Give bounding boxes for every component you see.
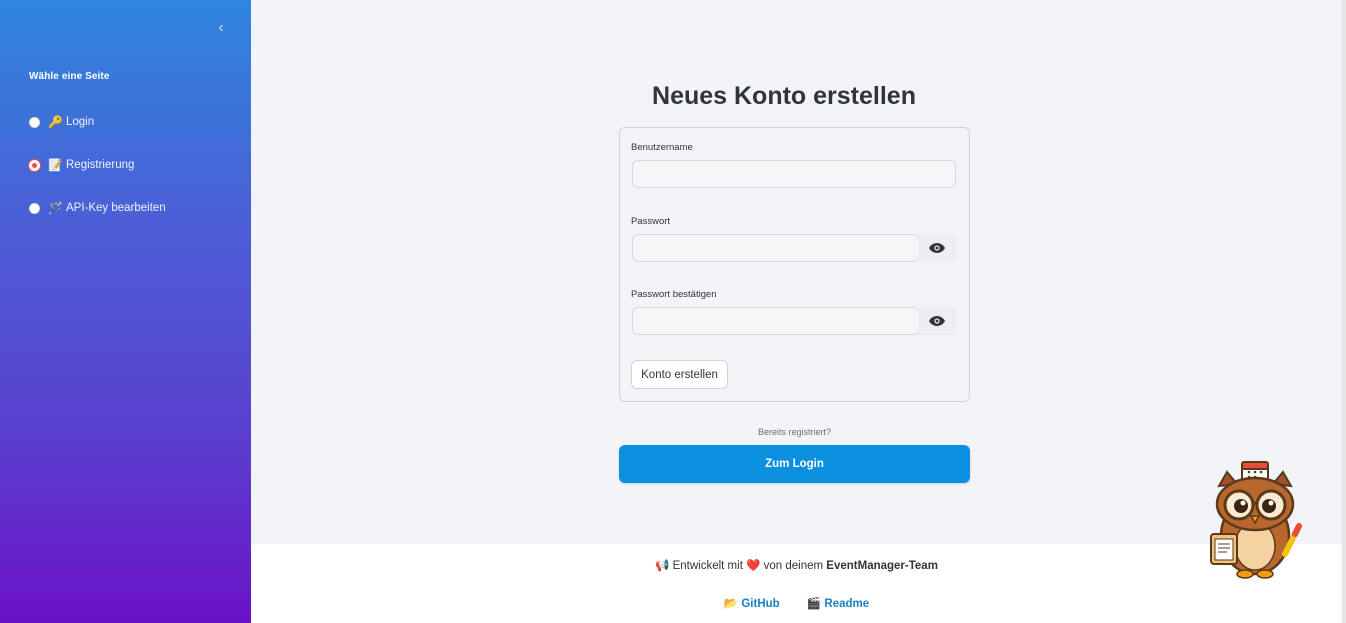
eye-icon bbox=[929, 243, 945, 253]
footer-links: 📂 GitHub 🎬 Readme bbox=[251, 596, 1342, 610]
show-confirm-password-button[interactable] bbox=[918, 307, 956, 335]
heart-icon: ❤️ bbox=[746, 560, 761, 572]
sidebar-item-login[interactable]: 🔑 Login bbox=[29, 114, 94, 130]
memo-icon: 📝 bbox=[48, 158, 63, 172]
readme-label: Readme bbox=[824, 598, 870, 610]
confirm-password-input[interactable] bbox=[632, 307, 919, 335]
page-title: Neues Konto erstellen bbox=[652, 82, 916, 110]
footer-credit: 📢 Entwickelt mit ❤️ von deinem EventMana… bbox=[251, 558, 1342, 572]
eye-icon bbox=[929, 316, 945, 326]
create-account-button[interactable]: Konto erstellen bbox=[631, 360, 728, 389]
main-content: Neues Konto erstellen Benutzername Passw… bbox=[251, 0, 1342, 544]
team-name: EventManager-Team bbox=[826, 560, 938, 572]
folder-icon: 📂 bbox=[723, 598, 739, 610]
username-input[interactable] bbox=[632, 160, 956, 188]
radio-button[interactable] bbox=[29, 159, 40, 171]
sidebar: ‹ Wähle eine Seite 🔑 Login 📝 Registrieru… bbox=[0, 0, 251, 623]
username-label: Benutzername bbox=[631, 142, 693, 153]
sidebar-heading: Wähle eine Seite bbox=[29, 71, 110, 82]
confirm-password-label: Passwort bestätigen bbox=[631, 289, 717, 300]
sidebar-item-label: API-Key bearbeiten bbox=[66, 202, 166, 214]
megaphone-icon: 📢 bbox=[655, 560, 670, 572]
radio-button[interactable] bbox=[29, 202, 40, 214]
footer-text-middle: von deinem bbox=[763, 560, 824, 572]
sidebar-item-api-key[interactable]: 🪄 API-Key bearbeiten bbox=[29, 200, 166, 216]
readme-link[interactable]: 🎬 Readme bbox=[807, 598, 869, 610]
wand-icon: 🪄 bbox=[48, 201, 63, 215]
go-to-login-button[interactable]: Zum Login bbox=[619, 445, 970, 483]
scrollbar-track[interactable] bbox=[1342, 0, 1346, 623]
sidebar-item-label: Registrierung bbox=[66, 159, 135, 171]
owl-mascot bbox=[1210, 461, 1302, 579]
key-icon: 🔑 bbox=[48, 115, 63, 129]
sidebar-item-label: Login bbox=[66, 116, 95, 128]
github-link[interactable]: 📂 GitHub bbox=[724, 598, 783, 610]
already-registered-text: Bereits registriert? bbox=[757, 427, 832, 437]
clapper-icon: 🎬 bbox=[806, 598, 822, 610]
show-password-button[interactable] bbox=[918, 234, 956, 262]
radio-button[interactable] bbox=[29, 116, 40, 128]
registration-form: Benutzername Passwort Passwort bestätige… bbox=[619, 127, 970, 402]
password-input[interactable] bbox=[632, 234, 919, 262]
github-label: GitHub bbox=[741, 598, 780, 610]
chevron-left-icon[interactable]: ‹ bbox=[213, 18, 229, 38]
footer-text-before: Entwickelt mit bbox=[672, 560, 743, 572]
sidebar-item-registrierung[interactable]: 📝 Registrierung bbox=[29, 157, 134, 173]
password-label: Passwort bbox=[631, 216, 671, 227]
